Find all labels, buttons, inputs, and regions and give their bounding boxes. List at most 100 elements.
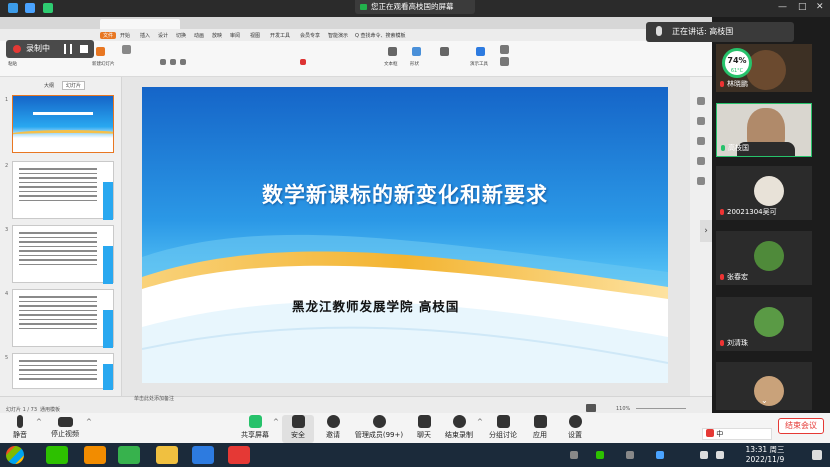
- security-button[interactable]: 安全: [282, 415, 314, 443]
- tray-icon[interactable]: [596, 451, 604, 459]
- bold-icon[interactable]: [160, 59, 166, 65]
- layout-icon[interactable]: [122, 45, 131, 54]
- menu-file[interactable]: 文件: [100, 32, 117, 39]
- textbox-icon[interactable]: [388, 47, 397, 56]
- presenter-tools-label: 演示工具: [470, 62, 488, 67]
- slide-thumbnail-panel: 大纲 幻灯片 1 2 3 4 5: [0, 77, 122, 397]
- maximize-icon[interactable]: □: [798, 2, 807, 12]
- side-tool-icon[interactable]: [697, 97, 705, 105]
- menu-item[interactable]: 放映: [212, 32, 222, 39]
- chevron-up-icon[interactable]: ^: [86, 418, 92, 426]
- manage-members-button[interactable]: 管理成员(99+): [354, 415, 404, 440]
- ime-indicator[interactable]: 中: [702, 428, 772, 440]
- notification-icon[interactable]: [812, 450, 822, 460]
- notes-placeholder[interactable]: 单击此处添加备注: [134, 395, 174, 402]
- media-player-icon[interactable]: [84, 446, 106, 464]
- mute-button[interactable]: 静音: [8, 415, 32, 440]
- microphone-icon: [17, 415, 23, 428]
- windows-start-icon[interactable]: [6, 446, 24, 464]
- wechat-icon[interactable]: [46, 446, 68, 464]
- zoom-slider[interactable]: [636, 408, 686, 409]
- menu-item[interactable]: 插入: [140, 32, 150, 39]
- chevron-up-icon[interactable]: ^: [36, 418, 42, 426]
- video-label: 停止视频: [51, 430, 79, 438]
- outline-tab[interactable]: 大纲: [44, 82, 54, 89]
- zoom-level[interactable]: 110%: [616, 406, 630, 412]
- network-icon[interactable]: [700, 451, 708, 459]
- menu-item[interactable]: 开始: [120, 32, 130, 39]
- arrange-icon[interactable]: [440, 47, 449, 56]
- menu-item[interactable]: 审阅: [230, 32, 240, 39]
- slide-thumbnail[interactable]: [12, 161, 114, 220]
- end-meeting-button[interactable]: 结束会议: [778, 418, 824, 434]
- slide-thumbnail[interactable]: [12, 353, 114, 390]
- side-tool-icon[interactable]: [697, 177, 705, 185]
- font-color-icon[interactable]: [300, 59, 306, 65]
- menu-item[interactable]: 视图: [250, 32, 260, 39]
- share-screen-button[interactable]: 共享屏幕: [238, 415, 272, 440]
- participant-tile[interactable]: 20021304吴可: [716, 166, 812, 220]
- slide-author[interactable]: 黑龙江教师发展学院 高枝国: [292, 296, 459, 315]
- underline-icon[interactable]: [180, 59, 186, 65]
- wps-status-bar: 幻灯片 1 / 73 通用模板 单击此处添加备注 110%: [0, 396, 712, 413]
- settings-button[interactable]: 设置: [562, 415, 588, 440]
- side-tool-icon[interactable]: [697, 157, 705, 165]
- system-clock[interactable]: 13:31 周三 2022/11/9: [740, 445, 790, 465]
- collapse-panel-arrow-icon[interactable]: ›: [700, 220, 712, 242]
- meeting-app-icon[interactable]: [192, 446, 214, 464]
- shape-icon[interactable]: [412, 47, 421, 56]
- minimize-icon[interactable]: —: [778, 2, 787, 12]
- play-slideshow-icon[interactable]: [586, 404, 596, 412]
- end-recording-button[interactable]: 结束录制: [442, 415, 476, 440]
- chat-icon: [417, 415, 431, 428]
- play-icon[interactable]: [118, 446, 140, 464]
- menu-item[interactable]: 智能演示: [328, 32, 348, 39]
- menu-item[interactable]: 切换: [176, 32, 186, 39]
- participant-tile[interactable]: 74% 61°C 林晓鹏: [716, 44, 812, 92]
- slide-title[interactable]: 数学新课标的新变化和新要求: [142, 179, 668, 209]
- scroll-down-icon[interactable]: ⌄: [761, 396, 768, 405]
- volume-icon[interactable]: [716, 451, 724, 459]
- command-search[interactable]: Q 查找命令、搜索模板: [355, 32, 406, 39]
- apps-button[interactable]: 应用: [528, 415, 552, 440]
- paste-label: 粘贴: [8, 62, 17, 67]
- italic-icon[interactable]: [170, 59, 176, 65]
- participant-tile[interactable]: 刘清珠: [716, 297, 812, 351]
- folder-icon[interactable]: [156, 446, 178, 464]
- chevron-up-icon[interactable]: ^: [273, 418, 279, 426]
- slide-thumbnail[interactable]: [12, 289, 114, 348]
- tray-icon[interactable]: [626, 451, 634, 459]
- side-tool-icon[interactable]: [697, 137, 705, 145]
- slide-thumbnail[interactable]: [12, 225, 114, 284]
- chat-button[interactable]: 聊天: [412, 415, 436, 440]
- slides-tab[interactable]: 幻灯片: [62, 81, 86, 90]
- share-banner[interactable]: 您正在观看高枝国的屏幕: [355, 0, 475, 14]
- menu-item[interactable]: 开发工具: [270, 32, 290, 39]
- current-slide[interactable]: 数学新课标的新变化和新要求 黑龙江教师发展学院 高枝国: [142, 87, 668, 383]
- wps-icon[interactable]: [228, 446, 250, 464]
- breakout-button[interactable]: 分组讨论: [487, 415, 519, 440]
- tray-icon[interactable]: [570, 451, 578, 459]
- tray-icon[interactable]: [656, 451, 664, 459]
- stop-video-button[interactable]: 停止视频: [48, 415, 82, 439]
- presenter-tools-icon[interactable]: [476, 47, 485, 56]
- menu-item[interactable]: 设计: [158, 32, 168, 39]
- pause-recording-icon[interactable]: [64, 44, 72, 54]
- close-icon[interactable]: ✕: [816, 2, 824, 12]
- new-slide-icon[interactable]: [96, 47, 105, 56]
- menu-item[interactable]: 会员专享: [300, 32, 320, 39]
- side-tool-icon[interactable]: [697, 117, 705, 125]
- recording-indicator: 录制中: [6, 40, 94, 58]
- menu-item[interactable]: 动画: [194, 32, 204, 39]
- participant-name: 20021304吴可: [720, 207, 777, 217]
- wps-doc-tab[interactable]: [100, 19, 180, 29]
- invite-button[interactable]: 邀请: [320, 415, 346, 440]
- replace-icon[interactable]: [500, 45, 509, 54]
- select-icon[interactable]: [500, 57, 509, 66]
- slide-thumbnail[interactable]: [12, 95, 114, 153]
- chevron-up-icon[interactable]: ^: [477, 418, 483, 426]
- participant-tile[interactable]: 高枝国: [716, 103, 812, 157]
- stop-recording-icon[interactable]: [80, 45, 88, 53]
- participant-tile[interactable]: ⌄: [716, 362, 812, 410]
- participant-tile[interactable]: 张春宏: [716, 231, 812, 285]
